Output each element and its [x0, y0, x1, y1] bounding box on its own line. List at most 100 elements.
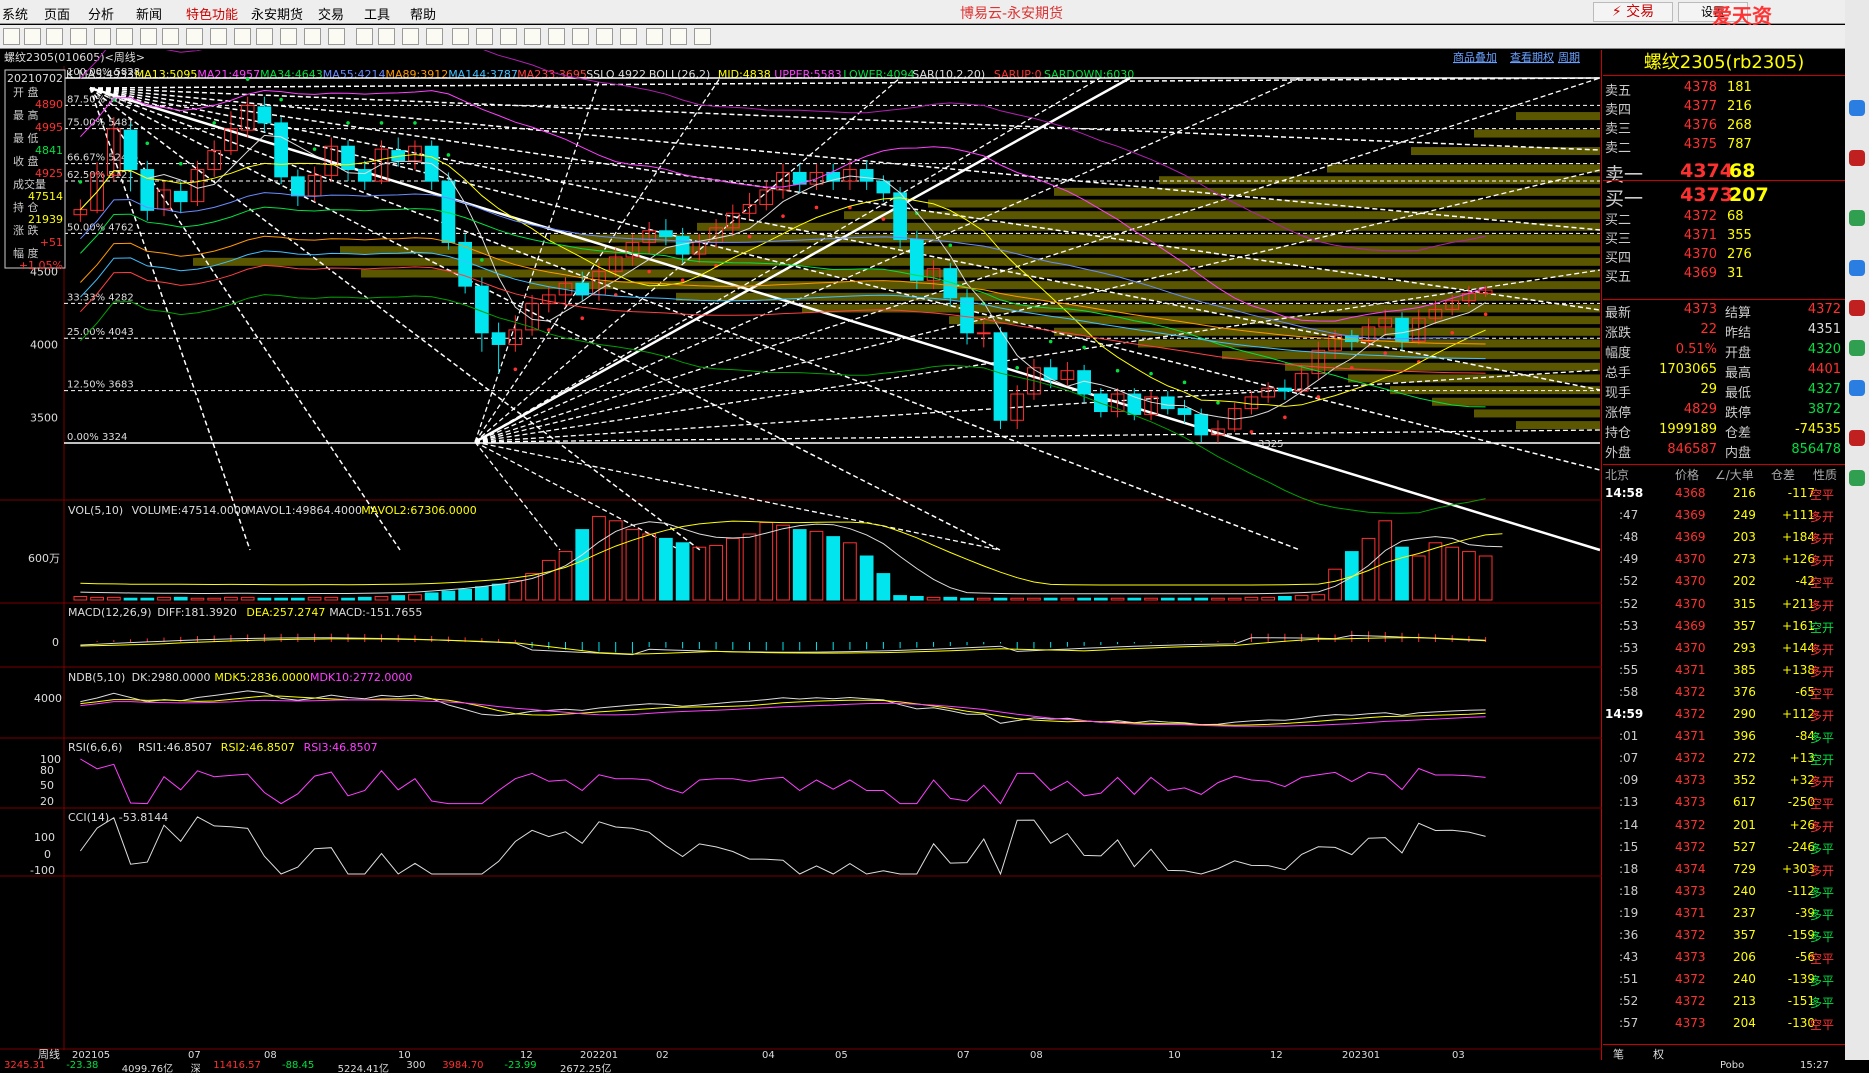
stat-value: 1703065 — [1659, 362, 1717, 377]
side-tool-icon[interactable] — [1849, 260, 1865, 276]
bid-label: 买五 — [1605, 270, 1632, 285]
x-axis-tick: 04 — [762, 1050, 775, 1060]
calendar-icon[interactable] — [304, 28, 321, 45]
tick-nature: 多开 — [1810, 554, 1835, 569]
tick-volume: 729 — [1733, 861, 1756, 876]
refresh-icon[interactable] — [3, 28, 20, 45]
period-1-icon[interactable] — [452, 28, 469, 45]
chart-icon[interactable] — [186, 28, 203, 45]
app-title: 博易云-永安期货 — [960, 6, 1064, 22]
kline-chart[interactable]: 螺纹2305(010605)<周线> 商品叠加 查看期权 周期K MA5:4933 MA1… — [0, 50, 1602, 1060]
tick-nature: 多开 — [1810, 532, 1835, 547]
tick-nature: 多开 — [1810, 709, 1835, 723]
tick-nature: 空开 — [1810, 753, 1835, 768]
period-5-icon[interactable] — [476, 28, 493, 45]
tick-time: :18 — [1619, 883, 1639, 898]
pencil-icon[interactable] — [94, 28, 111, 45]
month-icon[interactable] — [378, 28, 395, 45]
x-axis-tick: 10 — [398, 1050, 411, 1060]
volume-profile-bar — [1474, 409, 1600, 418]
chart-panel[interactable]: 螺纹2305(010605)<周线> 商品叠加 查看期权 周期 K MA5:4933 MA1… — [0, 50, 1602, 1060]
tick-price: 4373 — [1675, 795, 1706, 810]
menu-item-1[interactable]: 页面 — [44, 4, 70, 23]
period-30-icon[interactable] — [524, 28, 541, 45]
rsi-line — [80, 758, 1486, 805]
menu-item-4[interactable]: 特色功能 — [186, 4, 238, 23]
volume-bar — [123, 597, 138, 601]
period-icon[interactable] — [328, 28, 345, 45]
period-2h-icon[interactable] — [572, 28, 589, 45]
side-tool-icon[interactable] — [1849, 300, 1865, 316]
x-icon[interactable] — [426, 28, 443, 45]
volume-profile-bar — [1432, 397, 1600, 406]
menu-item-7[interactable]: 工具 — [364, 4, 390, 23]
side-tool-icon[interactable] — [1849, 340, 1865, 356]
tick-volume: 376 — [1733, 684, 1756, 699]
side-tool-icon[interactable] — [1849, 150, 1865, 166]
week-icon[interactable] — [356, 28, 373, 45]
info-box-label: 最 高 — [13, 108, 39, 122]
menu-item-3[interactable]: 新闻 — [136, 4, 162, 23]
menu-item-2[interactable]: 分析 — [88, 4, 114, 23]
sar-dot — [1316, 395, 1321, 399]
more-icon[interactable] — [694, 28, 711, 45]
right-sidebar — [1845, 0, 1869, 1073]
period-15-icon[interactable] — [500, 28, 517, 45]
info-box-label: 幅 度 — [13, 246, 39, 260]
table-icon[interactable] — [670, 28, 687, 45]
sar-dot — [1249, 430, 1254, 434]
volume-profile-bar — [676, 292, 1600, 301]
x-axis-tick: 08 — [1030, 1050, 1043, 1060]
volume-bar — [324, 596, 339, 601]
status-index-value: 4099.76亿 — [121, 1064, 174, 1073]
period-4h-icon[interactable] — [596, 28, 613, 45]
menu-item-0[interactable]: 系统 — [2, 4, 28, 23]
volume-bar — [792, 529, 807, 601]
volume-bar — [1411, 555, 1426, 601]
volume-bar — [491, 583, 506, 601]
print-icon[interactable] — [70, 28, 87, 45]
volume-bar — [475, 586, 489, 601]
info-box-label: 收 盘 — [13, 154, 39, 168]
side-tool-icon[interactable] — [1849, 430, 1865, 446]
zoom-in-icon[interactable] — [140, 28, 157, 45]
line-icon[interactable] — [256, 28, 273, 45]
volume-bar — [976, 597, 991, 601]
volume-bar — [876, 573, 891, 601]
side-tool-icon[interactable] — [1849, 470, 1865, 486]
star-icon[interactable] — [210, 28, 227, 45]
zoom-out-icon[interactable] — [162, 28, 179, 45]
indicator-title: NDB(5,10) — [68, 671, 125, 684]
link-0[interactable]: 商品叠加 — [1453, 50, 1497, 64]
season-icon[interactable] — [402, 28, 419, 45]
grid-icon[interactable] — [234, 28, 251, 45]
volume-bar — [575, 529, 590, 601]
menu-item-5[interactable]: 永安期货 — [251, 4, 303, 23]
menu-item-6[interactable]: 交易 — [318, 4, 344, 23]
volume-bar — [1361, 537, 1376, 601]
link-1[interactable]: 查看期权 — [1510, 50, 1554, 64]
period-60-icon[interactable] — [548, 28, 565, 45]
period-icon-2[interactable] — [646, 28, 663, 45]
link-2[interactable]: 周期 — [1558, 51, 1580, 64]
menu-item-8[interactable]: 帮助 — [410, 4, 436, 23]
stat-value-2: 4401 — [1807, 362, 1841, 377]
side-tool-icon[interactable] — [1849, 100, 1865, 116]
mavol1-line — [80, 521, 1503, 595]
tick-time: :43 — [1619, 950, 1639, 965]
ma-legend-item: MA21:4957 — [197, 68, 260, 81]
ma-legend-item: MA13:5095 — [135, 68, 198, 81]
side-tool-icon[interactable] — [1849, 210, 1865, 226]
search-icon[interactable] — [116, 28, 133, 45]
folder-icon[interactable] — [24, 28, 41, 45]
save-icon[interactable] — [46, 28, 63, 45]
day-icon[interactable] — [620, 28, 637, 45]
list-icon[interactable] — [280, 28, 297, 45]
volume-bar — [140, 597, 155, 601]
price-axis-tick: 4000 — [30, 338, 58, 351]
tick-row: 14:59 4372 290 +112 多开 — [1603, 707, 1845, 729]
side-tool-icon[interactable] — [1849, 380, 1865, 396]
trade-button[interactable]: ⚡ 交易 — [1593, 2, 1673, 22]
tick-time: :18 — [1619, 861, 1639, 876]
x-axis-tick: 12 — [1270, 1050, 1283, 1060]
